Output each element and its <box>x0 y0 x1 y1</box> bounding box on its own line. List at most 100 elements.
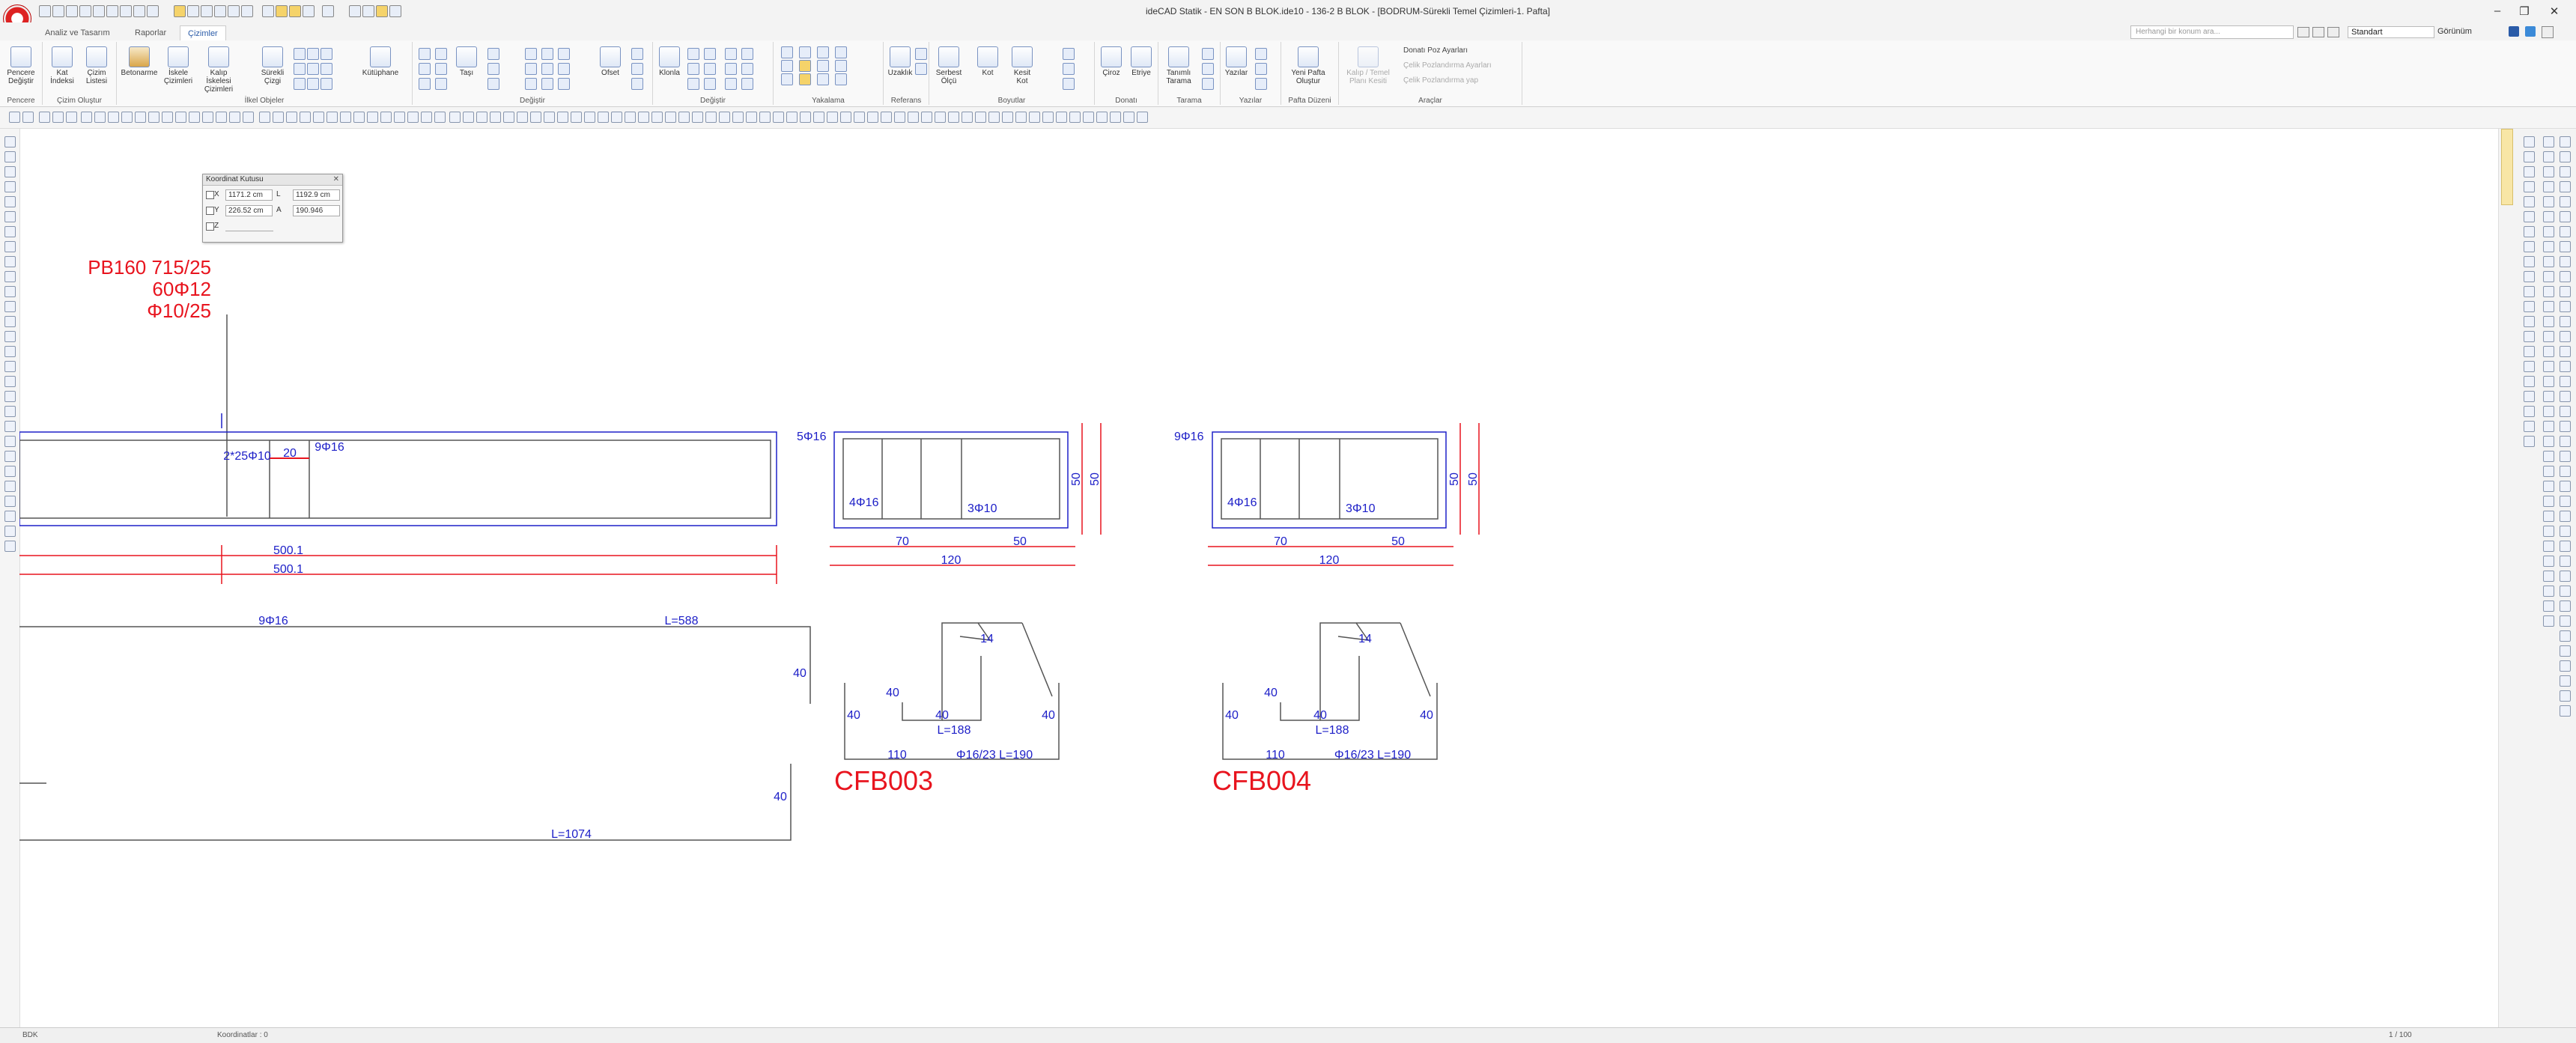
color-icon[interactable] <box>435 78 447 90</box>
draw-tool-icon[interactable] <box>975 112 986 123</box>
right-tool-icon[interactable] <box>2560 481 2571 492</box>
draw-tool-icon[interactable] <box>908 112 919 123</box>
draw-tool-icon[interactable] <box>162 112 173 123</box>
draw-tool-icon[interactable] <box>786 112 798 123</box>
draw-tool-icon[interactable] <box>229 112 240 123</box>
draw-tool-icon[interactable] <box>1110 112 1121 123</box>
right-tool-icon[interactable] <box>2560 196 2571 207</box>
right-tool-icon[interactable] <box>2560 361 2571 372</box>
minimize-ribbon-icon[interactable] <box>2542 26 2554 38</box>
right-tool-icon[interactable] <box>2543 481 2554 492</box>
save-icon[interactable] <box>79 5 91 17</box>
snap-perp-icon[interactable] <box>817 60 829 72</box>
right-tool-icon[interactable] <box>2543 301 2554 312</box>
right-tool-icon[interactable] <box>2543 211 2554 222</box>
right-tool-icon[interactable] <box>2524 271 2535 282</box>
rebar-icon[interactable] <box>349 5 361 17</box>
draw-tool-icon[interactable] <box>530 112 541 123</box>
right-tool-icon[interactable] <box>2524 346 2535 357</box>
draw-tool-icon[interactable] <box>353 112 365 123</box>
right-tool-icon[interactable] <box>2543 316 2554 327</box>
right-tool-icon[interactable] <box>2560 600 2571 612</box>
kalip-temel-kesiti-button[interactable]: Kalıp / Temel Planı Kesiti <box>1342 46 1394 85</box>
right-tool-icon[interactable] <box>2560 316 2571 327</box>
right-tool-icon[interactable] <box>2543 271 2554 282</box>
draw-tool-icon[interactable] <box>300 112 311 123</box>
right-tool-icon[interactable] <box>2543 226 2554 237</box>
trim-icon[interactable] <box>525 48 537 60</box>
snap-tangent-icon[interactable] <box>835 60 847 72</box>
draw-tool-icon[interactable] <box>665 112 676 123</box>
draw-tool-icon[interactable] <box>286 112 297 123</box>
right-tool-icon[interactable] <box>2560 675 2571 687</box>
l-field[interactable]: 1192.9 cm <box>293 189 340 201</box>
draw-tool-icon[interactable] <box>108 112 119 123</box>
yazilar-button[interactable]: Yazılar <box>1224 46 1249 77</box>
settings-icon[interactable] <box>2327 27 2339 37</box>
right-tool-icon[interactable] <box>2543 406 2554 417</box>
right-tool-icon[interactable] <box>2543 421 2554 432</box>
right-tool-icon[interactable] <box>2543 600 2554 612</box>
rotate-icon[interactable] <box>487 48 499 60</box>
right-tool-icon[interactable] <box>2560 376 2571 387</box>
layer-on-icon[interactable] <box>725 48 737 60</box>
draw-tool-icon[interactable] <box>407 112 419 123</box>
surekli-cizgi-button[interactable]: Sürekli Çizgi <box>256 46 289 85</box>
new-file-icon[interactable] <box>52 5 64 17</box>
group-icon[interactable] <box>704 78 716 90</box>
angular-dim-icon[interactable] <box>1063 48 1075 60</box>
spline-icon[interactable] <box>321 48 332 60</box>
iskele-cizimleri-button[interactable]: İskele Çizimleri <box>162 46 195 85</box>
draw-tool-icon[interactable] <box>273 112 284 123</box>
draw-tool-icon[interactable] <box>773 112 784 123</box>
draw-tool-icon[interactable] <box>148 112 160 123</box>
circle-icon[interactable] <box>307 48 319 60</box>
copy-icon[interactable] <box>687 48 699 60</box>
right-tool-icon[interactable] <box>2524 436 2535 447</box>
image-icon[interactable] <box>321 78 332 90</box>
donati-poz-link[interactable]: Donatı Poz Ayarları <box>1403 46 1468 55</box>
snap-center-icon[interactable] <box>817 46 829 58</box>
left-tool-icon[interactable] <box>4 166 16 177</box>
tab-raporlar[interactable]: Raporlar <box>127 25 174 40</box>
right-tool-icon[interactable] <box>2560 615 2571 627</box>
right-tool-icon[interactable] <box>2560 466 2571 477</box>
properties-icon[interactable] <box>704 48 716 60</box>
radial-dim-icon[interactable] <box>1063 63 1075 75</box>
draw-tool-icon[interactable] <box>22 112 34 123</box>
gradient-icon[interactable] <box>1202 63 1214 75</box>
point-icon[interactable] <box>294 78 306 90</box>
right-tool-icon[interactable] <box>2524 391 2535 402</box>
pencere-degistir-button[interactable]: Pencere Değiştir <box>3 46 39 85</box>
ofset-button[interactable]: Ofset <box>595 46 625 77</box>
home-icon[interactable] <box>39 5 51 17</box>
snap-near-icon[interactable] <box>781 73 793 85</box>
pencil-icon[interactable] <box>419 63 431 75</box>
draw-tool-icon[interactable] <box>719 112 730 123</box>
draw-tool-icon[interactable] <box>988 112 1000 123</box>
right-tool-icon[interactable] <box>2560 690 2571 702</box>
right-tool-icon[interactable] <box>2543 241 2554 252</box>
draw-tool-icon[interactable] <box>243 112 254 123</box>
open-folder-icon[interactable] <box>66 5 78 17</box>
undo-icon[interactable] <box>120 5 132 17</box>
left-tool-icon[interactable] <box>4 286 16 297</box>
right-tool-icon[interactable] <box>2524 226 2535 237</box>
hatch-icon[interactable] <box>321 63 332 75</box>
right-tool-icon[interactable] <box>2560 391 2571 402</box>
right-tool-icon[interactable] <box>2543 511 2554 522</box>
right-tool-icon[interactable] <box>2543 331 2554 342</box>
draw-tool-icon[interactable] <box>340 112 351 123</box>
draw-tool-icon[interactable] <box>66 112 77 123</box>
etriye-button[interactable]: Etriye <box>1128 46 1155 77</box>
ellipse-icon[interactable] <box>307 63 319 75</box>
left-tool-icon[interactable] <box>4 511 16 522</box>
right-tool-icon[interactable] <box>2543 571 2554 582</box>
right-tool-icon[interactable] <box>2543 586 2554 597</box>
draw-tool-icon[interactable] <box>598 112 609 123</box>
draw-tool-icon[interactable] <box>94 112 106 123</box>
highlight-icon[interactable] <box>276 5 288 17</box>
right-tool-icon[interactable] <box>2543 436 2554 447</box>
right-tool-icon[interactable] <box>2524 286 2535 297</box>
right-tool-icon[interactable] <box>2524 136 2535 148</box>
